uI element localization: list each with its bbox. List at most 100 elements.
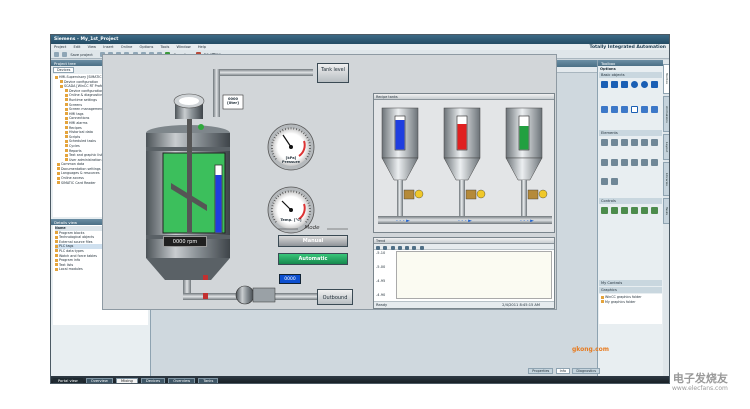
hmi-screen-canvas[interactable]: 0000 [liter] Tank level [kPa] Pressure T… — [102, 54, 557, 310]
rectangle-icon[interactable] — [651, 81, 658, 88]
folder-icon — [601, 300, 604, 304]
my-controls-header[interactable]: My Controls — [599, 280, 662, 286]
recipe-view-icon[interactable] — [631, 207, 638, 214]
media-player-icon[interactable] — [641, 207, 648, 214]
recipe-tanks-window[interactable]: Recipe tanks - - - ► - - - ► - - - ► — [373, 93, 555, 233]
radio-icon[interactable] — [641, 158, 648, 166]
trend-toolbar — [374, 244, 554, 250]
listbox-icon[interactable] — [651, 158, 658, 166]
taskbar-tab-overview-2[interactable]: Overview — [168, 378, 196, 383]
combo-icon[interactable] — [601, 178, 608, 186]
alarm-view-icon[interactable] — [601, 207, 608, 214]
pump — [235, 285, 276, 305]
checkbox-icon[interactable] — [631, 158, 638, 166]
symbolic-io-icon[interactable] — [621, 139, 628, 146]
tab-layout[interactable]: Layout — [663, 134, 669, 160]
last-page-icon[interactable] — [419, 246, 424, 250]
switch-icon[interactable] — [601, 158, 608, 166]
title-bar: Siemens - My_1st_Project — [51, 35, 669, 44]
plus-icon[interactable] — [651, 105, 658, 113]
right-side-tabs: Toolbox Animations Layout Libraries Task… — [663, 60, 669, 376]
recipe-tank-1 — [381, 107, 424, 220]
recipe-tanks-graphic: - - - ► - - - ► - - - ► — [378, 107, 552, 224]
ellipse-icon[interactable] — [631, 81, 638, 88]
folder-icon — [601, 295, 604, 299]
stop-icon[interactable] — [390, 246, 395, 250]
menu-options[interactable]: Options — [139, 45, 153, 49]
trend-plot-area[interactable] — [396, 251, 552, 299]
watermark-cn-site: www.elecfans.com — [672, 385, 728, 392]
arc-icon[interactable] — [601, 105, 608, 113]
new-icon[interactable] — [54, 52, 59, 57]
taskbar-tab-tanks[interactable]: Tanks — [198, 378, 219, 383]
tab-devices[interactable]: Devices — [53, 67, 75, 73]
user-view-icon[interactable] — [621, 207, 628, 214]
taskbar-tab-mixing[interactable]: Mixing — [115, 378, 138, 383]
menu-project[interactable]: Project — [54, 45, 66, 49]
polyline-icon[interactable] — [611, 81, 618, 88]
gkong-watermark: gkong.com — [572, 346, 609, 353]
clock-icon[interactable] — [611, 178, 618, 186]
mode-label: Mode — [304, 225, 320, 231]
hmi-icon — [60, 84, 63, 88]
menu-insert[interactable]: Insert — [103, 45, 113, 49]
menu-window[interactable]: Window — [177, 45, 191, 49]
graphics-header[interactable]: Graphics — [599, 287, 662, 293]
save-project-button[interactable]: Save project — [70, 53, 92, 57]
tank-level-button[interactable]: Tank level — [317, 63, 349, 83]
gauge-icon[interactable] — [611, 158, 618, 166]
zoom-icon[interactable] — [397, 246, 402, 250]
tab-libraries[interactable]: Libraries — [663, 162, 669, 196]
connector-icon[interactable] — [621, 105, 628, 113]
taskbar-tab-devices[interactable]: Devices — [140, 378, 166, 383]
menu-help[interactable]: Help — [198, 45, 206, 49]
text-icon[interactable] — [631, 105, 638, 113]
tick-label: -5.00 — [376, 265, 386, 269]
automatic-button[interactable]: Automatic — [278, 253, 348, 265]
prev-icon[interactable] — [383, 246, 388, 250]
web-control-icon[interactable] — [651, 207, 658, 214]
circle-icon[interactable] — [641, 81, 648, 88]
bar-icon[interactable] — [651, 139, 658, 146]
basic-objects-palette — [598, 78, 663, 130]
tick-label: -4.95 — [376, 279, 386, 283]
motor-status-led — [198, 124, 204, 130]
pie-icon[interactable] — [611, 105, 618, 113]
graphic-icon[interactable] — [641, 105, 648, 113]
recipe-tank-2 — [443, 107, 486, 220]
button-icon[interactable] — [611, 139, 618, 146]
outbound-button[interactable]: Outbound — [317, 289, 353, 305]
graphic-io-icon[interactable] — [631, 139, 638, 146]
io-field-icon[interactable] — [601, 139, 608, 146]
next-icon[interactable] — [412, 246, 417, 250]
tab-properties[interactable]: Properties — [528, 368, 554, 374]
menu-tools[interactable]: Tools — [161, 45, 170, 49]
manual-button[interactable]: Manual — [278, 235, 348, 247]
tree-item[interactable]: My graphics folder — [601, 300, 660, 305]
menu-edit[interactable]: Edit — [73, 45, 80, 49]
trend-view[interactable]: Trend -5.10 -5.00 -4.95 -4.90 Ready 2/4/… — [373, 237, 555, 309]
slider-icon[interactable] — [621, 158, 628, 166]
polygon-icon[interactable] — [621, 81, 628, 88]
valve-indicator — [203, 275, 208, 280]
menu-view[interactable]: View — [88, 45, 97, 49]
tab-toolbox[interactable]: Toolbox — [663, 64, 669, 94]
dosing-valve-icon — [527, 189, 539, 200]
volume-unit: [liter] — [227, 101, 239, 105]
menu-online[interactable]: Online — [121, 45, 133, 49]
ruler-icon[interactable] — [405, 246, 410, 250]
config-icon — [60, 80, 63, 84]
first-page-icon[interactable] — [376, 246, 380, 250]
line-icon[interactable] — [601, 81, 608, 88]
controls-palette — [598, 204, 663, 250]
tab-diagnostics[interactable]: Diagnostics — [572, 368, 600, 374]
trend-view-icon[interactable] — [611, 207, 618, 214]
tab-info[interactable]: Info — [555, 368, 571, 374]
taskbar-tab-overview[interactable]: Overview — [85, 378, 113, 383]
tab-tasks[interactable]: Tasks — [663, 198, 669, 224]
toolbox-panel: Toolbox Options Basic objects Elements C… — [597, 60, 663, 376]
date-time-icon[interactable] — [641, 139, 648, 146]
open-icon[interactable] — [62, 52, 68, 57]
portal-view-button[interactable]: Portal view — [53, 378, 83, 383]
tab-animations[interactable]: Animations — [663, 96, 669, 132]
